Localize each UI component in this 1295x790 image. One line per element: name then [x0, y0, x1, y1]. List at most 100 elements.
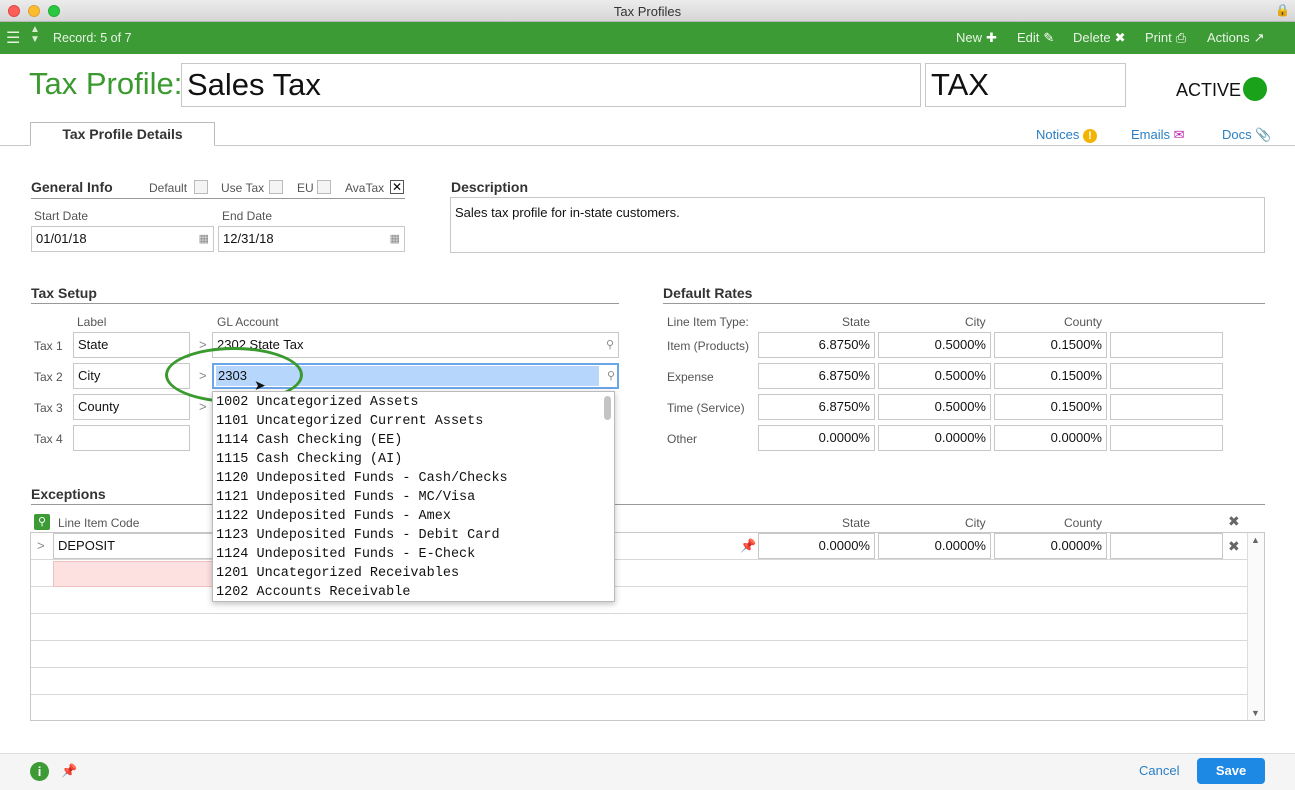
city-column-header: City [965, 315, 986, 329]
notices-link[interactable]: Notices ! [1036, 127, 1097, 143]
extra-rate-field[interactable] [1110, 425, 1223, 451]
list-item[interactable]: 1124 Undeposited Funds - E-Check [213, 545, 614, 564]
dropdown-scrollbar-thumb[interactable] [604, 396, 611, 420]
exception-state-header: State [842, 516, 871, 530]
scroll-up-icon[interactable]: ▲ [1251, 535, 1260, 545]
list-item[interactable]: 1002 Uncategorized Assets [213, 393, 614, 412]
tax-1-label-field[interactable]: State [73, 332, 190, 358]
warning-icon: ! [1082, 129, 1097, 143]
pin-icon[interactable]: 📌 [740, 538, 756, 554]
county-rate-field[interactable]: 0.1500% [994, 363, 1107, 389]
tax-1-label: Tax 1 [34, 339, 63, 353]
list-item[interactable]: 1123 Undeposited Funds - Debit Card [213, 526, 614, 545]
extra-rate-field[interactable] [1110, 332, 1223, 358]
default-checkbox[interactable] [194, 180, 208, 194]
list-item[interactable]: 1101 Uncategorized Current Assets [213, 412, 614, 431]
pencil-icon: ✎ [1043, 30, 1055, 45]
state-rate-field[interactable]: 6.8750% [758, 332, 875, 358]
print-button[interactable]: Print ⎙ [1145, 30, 1186, 46]
chevron-right-icon[interactable]: > [37, 538, 45, 553]
city-rate-field[interactable]: 0.5000% [878, 363, 991, 389]
county-rate-field[interactable]: 0.1500% [994, 332, 1107, 358]
calendar-icon[interactable]: ▦ [199, 227, 209, 251]
scroll-down-icon[interactable]: ▼ [1251, 708, 1260, 718]
rate-type-label: Expense [667, 370, 714, 384]
paperclip-icon: 📎 [1255, 127, 1272, 142]
state-rate-field[interactable]: 6.8750% [758, 363, 875, 389]
new-button[interactable]: New ✚ [956, 30, 997, 46]
search-add-icon[interactable]: ⚲ [34, 514, 50, 530]
tax-3-label: Tax 3 [34, 401, 63, 415]
end-date-field[interactable]: 12/31/18 ▦ [218, 226, 405, 252]
delete-label: Delete [1073, 30, 1111, 45]
use-tax-checkbox[interactable] [269, 180, 283, 194]
save-button[interactable]: Save [1197, 758, 1265, 784]
actions-button[interactable]: Actions ↗ [1207, 30, 1265, 46]
profile-code-field[interactable]: TAX [925, 63, 1126, 107]
printer-icon: ⎙ [1175, 30, 1187, 45]
exception-state-field[interactable]: 0.0000% [758, 533, 875, 559]
envelope-icon: ✉ [1173, 127, 1185, 142]
list-item[interactable]: 1122 Undeposited Funds - Amex [213, 507, 614, 526]
exception-county-header: County [1064, 516, 1103, 530]
notices-label: Notices [1036, 127, 1080, 142]
tax-4-label-field[interactable] [73, 425, 190, 451]
profile-name-field[interactable]: Sales Tax [181, 63, 921, 107]
eu-checkbox[interactable] [317, 180, 331, 194]
list-item[interactable]: 1201 Uncategorized Receivables [213, 564, 614, 583]
list-item[interactable]: 1114 Cash Checking (EE) [213, 431, 614, 450]
county-column-header: County [1064, 315, 1103, 329]
pin-icon[interactable]: 📌 [61, 763, 77, 779]
table-row [31, 614, 1247, 641]
edit-button[interactable]: Edit ✎ [1017, 30, 1054, 46]
emails-link[interactable]: Emails ✉ [1131, 127, 1185, 143]
line-item-code-header: Line Item Code [58, 516, 140, 530]
state-rate-field[interactable]: 0.0000% [758, 425, 875, 451]
search-icon[interactable]: ⚲ [606, 333, 614, 357]
county-rate-field[interactable]: 0.1500% [994, 394, 1107, 420]
city-rate-field[interactable]: 0.5000% [878, 394, 991, 420]
state-rate-field[interactable]: 6.8750% [758, 394, 875, 420]
tax-3-label-field[interactable]: County [73, 394, 190, 420]
active-status-indicator[interactable] [1243, 77, 1267, 101]
city-rate-field[interactable]: 0.5000% [878, 332, 991, 358]
exception-county-field[interactable]: 0.0000% [994, 533, 1107, 559]
exception-city-field[interactable]: 0.0000% [878, 533, 991, 559]
cancel-button[interactable]: Cancel [1139, 763, 1179, 778]
new-exception-code-field[interactable] [53, 561, 213, 587]
clear-all-icon[interactable]: ✖ [1228, 513, 1240, 530]
description-textarea[interactable]: Sales tax profile for in-state customers… [450, 197, 1265, 253]
gl-account-dropdown[interactable]: 1002 Uncategorized Assets 1101 Uncategor… [212, 391, 615, 602]
exception-code-field[interactable]: DEPOSIT [53, 533, 213, 559]
rate-type-label: Other [667, 432, 698, 446]
list-item[interactable]: 1115 Cash Checking (AI) [213, 450, 614, 469]
tab-tax-profile-details[interactable]: Tax Profile Details [30, 122, 215, 146]
table-row [31, 668, 1247, 695]
county-rate-field[interactable]: 0.0000% [994, 425, 1107, 451]
docs-link[interactable]: Docs 📎 [1222, 127, 1271, 143]
city-rate-field[interactable]: 0.0000% [878, 425, 991, 451]
gl-account-column-header: GL Account [217, 315, 279, 329]
delete-row-icon[interactable]: ✖ [1228, 538, 1240, 555]
search-icon[interactable]: ⚲ [607, 364, 615, 388]
start-date-field[interactable]: 01/01/18 ▦ [31, 226, 214, 252]
extra-rate-field[interactable] [1110, 363, 1223, 389]
edit-label: Edit [1017, 30, 1040, 45]
list-item[interactable]: 1121 Undeposited Funds - MC/Visa [213, 488, 614, 507]
status-label: ACTIVE [1176, 80, 1242, 100]
extra-rate-field[interactable] [1110, 394, 1223, 420]
record-toolbar: ☰ ▲ ▼ Record: 5 of 7 New ✚ Edit ✎ Delete ✖ P… [0, 22, 1295, 54]
menu-icon[interactable]: ☰ [6, 28, 20, 48]
info-icon[interactable]: i [30, 762, 49, 781]
docs-label: Docs [1222, 127, 1252, 142]
avatax-checkbox[interactable]: ✕ [390, 180, 404, 194]
exception-extra-field[interactable] [1110, 533, 1223, 559]
delete-button[interactable]: Delete ✖ [1073, 30, 1125, 46]
grid-scrollbar[interactable]: ▲ ▼ [1247, 533, 1264, 720]
new-label: New [956, 30, 983, 45]
calendar-icon[interactable]: ▦ [390, 227, 400, 251]
record-navigator-icon[interactable]: ▲ ▼ [30, 25, 40, 45]
x-icon: ✖ [1114, 30, 1126, 45]
list-item[interactable]: 1120 Undeposited Funds - Cash/Checks [213, 469, 614, 488]
list-item[interactable]: 1202 Accounts Receivable [213, 583, 614, 601]
